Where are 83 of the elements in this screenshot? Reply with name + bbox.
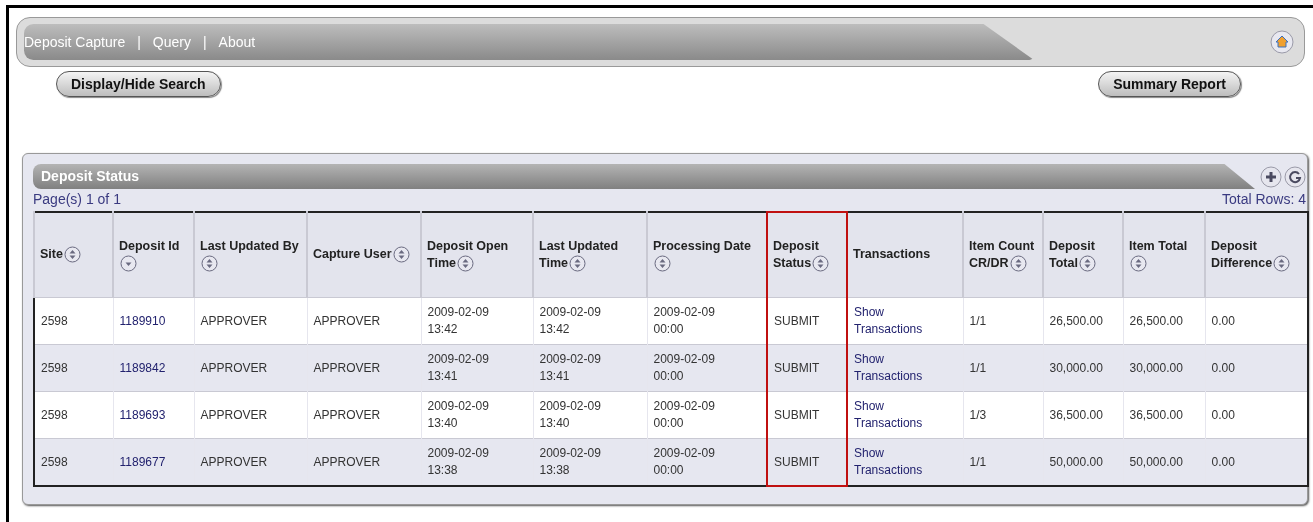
page-count: Page(s) 1 of 1 — [33, 191, 121, 207]
summary-report-button[interactable]: Summary Report — [1098, 71, 1241, 97]
sort-icon[interactable] — [654, 255, 671, 273]
table-cell: 0.00 — [1211, 312, 1235, 330]
table-cell: APPROVER — [313, 406, 381, 424]
table-cell-text: 2009-02-09 13:41 — [539, 351, 602, 385]
table-cell: 0.00 — [1211, 453, 1235, 471]
table-cell-text: 2009-02-09 13:40 — [539, 398, 602, 432]
separator: | — [202, 34, 207, 50]
column-header[interactable]: Transactions — [847, 212, 963, 298]
table-cell-text: 2009-02-09 00:00 — [653, 304, 716, 338]
table-cell-text: 2009-02-09 13:40 — [427, 398, 490, 432]
sort-icon[interactable] — [812, 255, 830, 273]
table-cell: APPROVER — [313, 359, 381, 377]
column-header[interactable]: Last Updated Time — [533, 212, 647, 298]
table-cell: APPROVER — [200, 453, 268, 471]
column-header[interactable]: Deposit Difference — [1205, 212, 1308, 298]
table-cell: 2598 — [41, 359, 68, 377]
table-cell: 2598 — [41, 453, 68, 471]
sort-icon[interactable] — [63, 246, 81, 264]
column-header[interactable]: Deposit Status — [767, 212, 847, 298]
home-icon[interactable] — [1270, 30, 1294, 54]
table-cell: APPROVER — [313, 453, 381, 471]
display-hide-search-button[interactable]: Display/Hide Search — [56, 71, 221, 97]
column-header[interactable]: Item Count CR/DR — [963, 212, 1043, 298]
sort-icon[interactable] — [1273, 255, 1291, 273]
table-cell: 1/3 — [969, 406, 987, 424]
table-cell-text: 2009-02-09 00:00 — [653, 398, 716, 432]
table-cell: APPROVER — [200, 359, 268, 377]
sort-icon[interactable] — [456, 255, 474, 273]
table-cell-text: 2009-02-09 00:00 — [653, 351, 716, 385]
column-header[interactable]: Deposit Open Time — [421, 212, 533, 298]
table-cell: 50,000.00 — [1049, 453, 1103, 471]
column-header[interactable]: Processing Date — [647, 212, 767, 298]
show-transactions-link[interactable]: Show Transactions — [854, 304, 940, 338]
sort-icon[interactable] — [392, 246, 410, 264]
table-cell: SUBMIT — [774, 312, 820, 330]
table-cell-text: 2009-02-09 00:00 — [653, 445, 716, 479]
table-cell: 2598 — [41, 406, 68, 424]
table-cell: 1/1 — [969, 359, 987, 377]
sort-icon[interactable] — [568, 255, 586, 273]
table-cell: 26,500.00 — [1129, 312, 1183, 330]
add-icon[interactable] — [1260, 165, 1282, 188]
sort-icon[interactable] — [201, 255, 218, 273]
table-cell: 30,000.00 — [1049, 359, 1103, 377]
deposit-id-link[interactable]: 1189910 — [119, 312, 166, 330]
table-cell-text: 2009-02-09 13:38 — [427, 445, 490, 479]
table-cell: 0.00 — [1211, 359, 1235, 377]
total-rows: Total Rows: 4 — [1221, 191, 1306, 207]
table-cell: APPROVER — [200, 312, 268, 330]
refresh-icon[interactable] — [1284, 165, 1306, 188]
table-cell: 0.00 — [1211, 406, 1235, 424]
column-header[interactable]: Deposit Total — [1043, 212, 1123, 298]
panel-title: Deposit Status — [33, 164, 1255, 189]
sort-icon[interactable] — [1078, 255, 1096, 273]
table-cell: 30,000.00 — [1129, 359, 1183, 377]
table-cell: 36,500.00 — [1049, 406, 1103, 424]
table-cell: 1/1 — [969, 312, 987, 330]
table-cell: SUBMIT — [774, 359, 820, 377]
table-cell: APPROVER — [200, 406, 268, 424]
table-cell: 1/1 — [969, 453, 987, 471]
table-cell-text: 2009-02-09 13:38 — [539, 445, 602, 479]
sort-icon[interactable] — [1130, 255, 1147, 273]
table-cell: APPROVER — [313, 312, 381, 330]
table-cell: 36,500.00 — [1129, 406, 1183, 424]
column-header[interactable]: Site — [34, 212, 113, 298]
table-cell-text: 2009-02-09 13:42 — [427, 304, 490, 338]
sort-icon[interactable] — [1009, 255, 1027, 273]
table-cell: SUBMIT — [774, 453, 820, 471]
separator: | — [137, 34, 141, 50]
column-header[interactable]: Item Total — [1123, 212, 1205, 298]
deposit-id-link[interactable]: 1189693 — [119, 406, 166, 424]
table-cell: 50,000.00 — [1129, 453, 1183, 471]
column-header[interactable]: Last Updated By — [194, 212, 307, 298]
table-cell: SUBMIT — [774, 406, 820, 424]
table-cell-text: 2009-02-09 13:42 — [539, 304, 602, 338]
column-header[interactable]: Capture User — [307, 212, 421, 298]
table-cell: 2598 — [41, 312, 68, 330]
table-cell-text: 2009-02-09 13:41 — [427, 351, 490, 385]
table-cell: 26,500.00 — [1049, 312, 1103, 330]
column-header[interactable]: Deposit Id — [113, 212, 194, 298]
sort-descending-icon[interactable] — [120, 255, 137, 273]
show-transactions-link[interactable]: Show Transactions — [854, 398, 940, 432]
